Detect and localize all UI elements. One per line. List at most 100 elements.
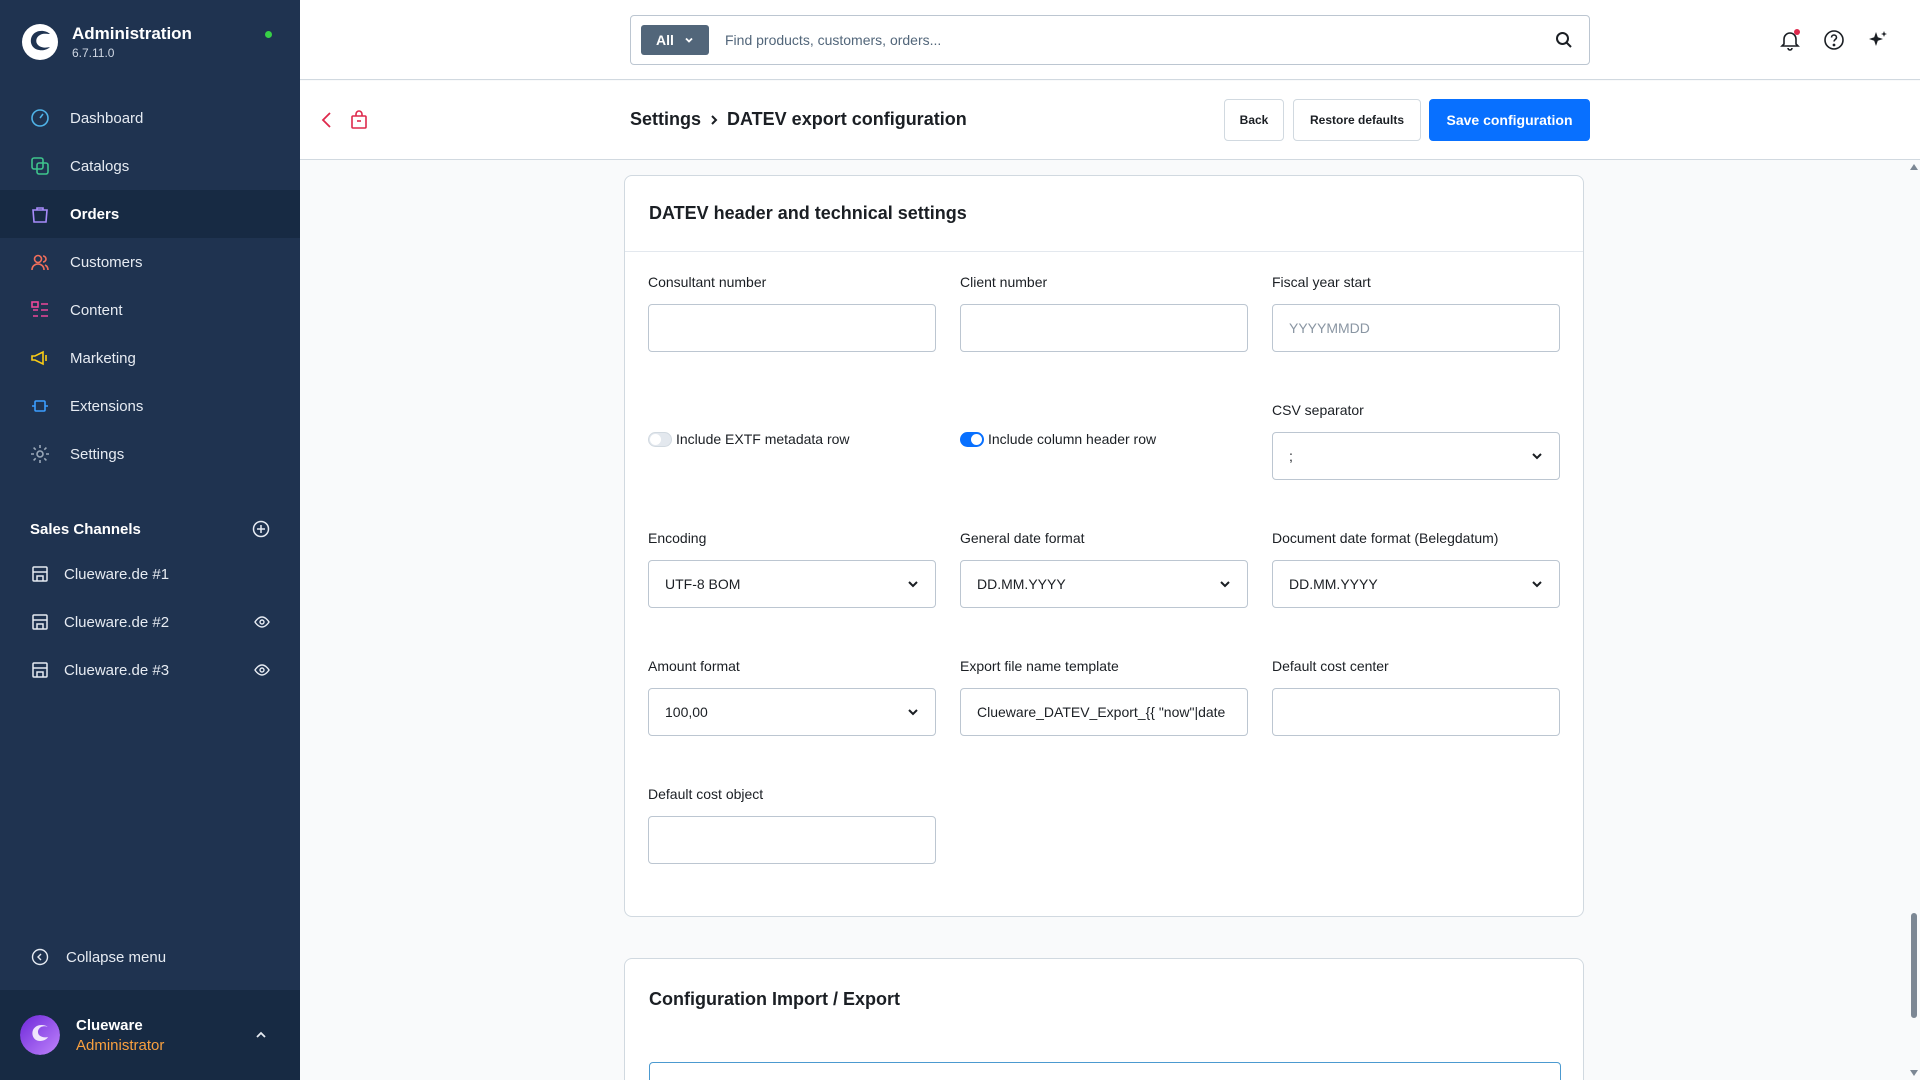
fiscal-year-start-field: Fiscal year start YYYYMMDD [1272,274,1560,352]
storefront-icon [30,562,50,586]
nav-item-marketing[interactable]: Marketing [0,334,300,382]
csv-separator-select[interactable]: ; [1272,432,1560,480]
sales-channel-label: Clueware.de #1 [64,565,170,583]
customers-icon [28,250,52,274]
notifications-button[interactable] [1778,28,1802,52]
column-header-toggle[interactable]: Include column header row [960,431,1156,447]
client-number-input[interactable] [960,304,1248,352]
sales-channel-item[interactable]: Clueware.de #1 [0,550,300,598]
collapse-menu-label: Collapse menu [66,948,167,966]
sales-channel-item[interactable]: Clueware.de #3 [0,646,300,694]
shopware-logo-icon [22,24,58,60]
dashboard-icon [28,106,52,130]
consultant-number-input[interactable] [648,304,936,352]
ai-assistant-button[interactable] [1866,28,1890,52]
user-menu[interactable]: Clueware Administrator [0,990,300,1080]
chevron-down-icon [908,581,918,588]
card-title: DATEV header and technical settings [625,176,1583,252]
client-number-field: Client number [960,274,1248,352]
document-date-format-field: Document date format (Belegdatum) DD.MM.… [1272,530,1560,608]
settings-icon [28,442,52,466]
top-actions [1778,28,1890,52]
amount-format-select[interactable]: 100,00 [648,688,936,736]
nav-item-extensions[interactable]: Extensions [0,382,300,430]
shopping-bag-icon[interactable] [350,110,368,130]
help-button[interactable] [1822,28,1846,52]
document-date-format-select[interactable]: DD.MM.YYYY [1272,560,1560,608]
scroll-down-arrow-icon[interactable] [1910,1070,1918,1076]
nav-item-dashboard[interactable]: Dashboard [0,94,300,142]
consultant-number-field: Consultant number [648,274,936,352]
extensions-icon [28,394,52,418]
nav-item-content[interactable]: Content [0,286,300,334]
storefront-icon [30,610,50,634]
general-date-format-field: General date format DD.MM.YYYY [960,530,1248,608]
field-label: Consultant number [648,274,767,290]
chevron-up-icon[interactable] [254,1028,268,1042]
breadcrumb-parent[interactable]: Settings [630,109,701,130]
restore-defaults-button[interactable]: Restore defaults [1293,99,1421,141]
input-value: Clueware_DATEV_Export_{{ "now"|date [977,704,1226,720]
marketing-icon [28,346,52,370]
collapse-menu-button[interactable]: Collapse menu [30,945,166,969]
general-date-format-select[interactable]: DD.MM.YYYY [960,560,1248,608]
page-title: Settings DATEV export configuration [630,109,967,130]
nav-item-catalogs[interactable]: Catalogs [0,142,300,190]
field-label: Default cost object [648,786,764,802]
search-input[interactable] [725,32,1539,48]
encoding-select[interactable]: UTF-8 BOM [648,560,936,608]
search-scope-select[interactable]: All [641,25,709,55]
export-file-name-input[interactable]: Clueware_DATEV_Export_{{ "now"|date [960,688,1248,736]
notification-badge [1794,29,1800,35]
select-value: ; [1289,448,1293,464]
select-value: DD.MM.YYYY [977,576,1066,592]
search-icon [1556,32,1572,48]
page-scrollbar[interactable] [1908,160,1920,1080]
nav-item-settings[interactable]: Settings [0,430,300,478]
encoding-field: Encoding UTF-8 BOM [648,530,936,608]
toggle-switch-on[interactable] [960,431,984,447]
import-export-field[interactable] [649,1062,1561,1080]
sales-channel-item[interactable]: Clueware.de #2 [0,598,300,646]
storefront-icon [30,658,50,682]
chevron-down-icon [908,709,918,716]
scroll-up-arrow-icon[interactable] [1910,164,1918,170]
fiscal-year-start-input[interactable]: YYYYMMDD [1272,304,1560,352]
chevron-left-icon[interactable] [320,111,334,129]
brand[interactable]: Administration 6.7.11.0 [20,22,192,62]
add-sales-channel-icon[interactable] [252,520,270,538]
default-cost-center-field: Default cost center [1272,658,1560,736]
save-configuration-button[interactable]: Save configuration [1429,99,1590,141]
default-cost-object-input[interactable] [648,816,936,864]
input-placeholder: YYYYMMDD [1289,320,1370,336]
field-label: Document date format (Belegdatum) [1272,530,1499,546]
scroll-thumb[interactable] [1911,913,1917,1018]
amount-format-field: Amount format 100,00 [648,658,936,736]
toggle-label: Include EXTF metadata row [676,431,850,447]
app-version: 6.7.11.0 [72,46,115,60]
eye-icon[interactable] [254,662,270,678]
select-value: UTF-8 BOM [665,576,741,592]
card-title: Configuration Import / Export [649,988,900,1009]
nav-label: Settings [70,445,125,463]
eye-icon[interactable] [254,614,270,630]
user-role: Administrator [76,1036,165,1054]
chevron-down-icon [1220,581,1230,588]
field-label: Fiscal year start [1272,274,1371,290]
csv-separator-field: CSV separator ; [1272,402,1560,480]
avatar [20,1015,60,1055]
back-button[interactable]: Back [1224,99,1284,141]
extf-metadata-toggle[interactable]: Include EXTF metadata row [648,431,850,447]
nav-item-customers[interactable]: Customers [0,238,300,286]
export-file-name-field: Export file name template Clueware_DATEV… [960,658,1248,736]
nav-item-orders[interactable]: Orders [0,190,300,238]
chevron-down-icon [1532,453,1542,460]
field-label: Amount format [648,658,740,674]
default-cost-center-input[interactable] [1272,688,1560,736]
smart-bar: Settings DATEV export configuration Back… [300,81,1920,160]
nav-label: Content [70,301,123,319]
nav-label: Marketing [70,349,136,367]
select-value: 100,00 [665,704,708,720]
search-button[interactable] [1539,31,1589,49]
toggle-switch-off[interactable] [648,431,672,447]
